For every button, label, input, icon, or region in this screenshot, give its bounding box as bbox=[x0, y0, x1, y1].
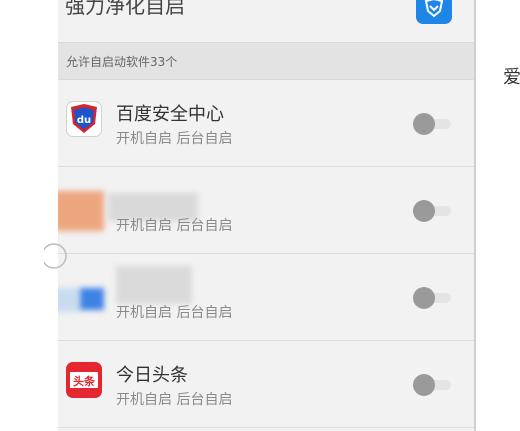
app-autostart-status: 开机自启 后台自启 bbox=[116, 218, 233, 234]
autostart-toggle[interactable] bbox=[413, 374, 453, 396]
svg-text:du: du bbox=[77, 115, 91, 126]
right-edge-text: 爱 bbox=[503, 67, 520, 87]
autostart-toggle[interactable] bbox=[413, 200, 453, 222]
svg-text:头条: 头条 bbox=[73, 374, 96, 388]
autostart-panel: 强力净化自启 允许自启动软件33个 du 百度安全中心 开机自启 后台自启 开机… bbox=[58, 0, 474, 431]
blurred-app-name bbox=[116, 266, 192, 304]
page-title: 强力净化自启 bbox=[65, 0, 185, 18]
toutiao-icon: 头条 bbox=[66, 362, 102, 398]
baidu-security-icon: du bbox=[66, 101, 102, 137]
app-autostart-status: 开机自启 后台自启 bbox=[116, 392, 233, 408]
allowed-section-header: 允许自启动软件33个 bbox=[58, 42, 474, 80]
app-row-baidu[interactable]: du 百度安全中心 开机自启 后台自启 bbox=[58, 80, 474, 167]
side-handle-icon[interactable] bbox=[44, 236, 72, 276]
blurred-app-icon bbox=[80, 288, 104, 310]
app-row-toutiao[interactable]: 头条 今日头条 开机自启 后台自启 bbox=[58, 341, 474, 428]
autostart-toggle[interactable] bbox=[413, 287, 453, 309]
header-row: 强力净化自启 bbox=[58, 0, 474, 42]
toggle-knob bbox=[413, 113, 435, 135]
blurred-app-icon bbox=[58, 191, 104, 231]
toggle-knob bbox=[413, 374, 435, 396]
app-row-blurred-2[interactable]: 开机自启 后台自启 bbox=[58, 254, 474, 341]
app-autostart-status: 开机自启 后台自启 bbox=[116, 131, 233, 147]
app-name: 今日头条 bbox=[116, 365, 188, 386]
clean-shield-icon[interactable] bbox=[416, 0, 452, 24]
autostart-toggle[interactable] bbox=[413, 113, 453, 135]
toggle-knob bbox=[413, 287, 435, 309]
blurred-app-icon-left bbox=[58, 288, 80, 312]
section-label: 允许自启动软件33个 bbox=[66, 55, 178, 69]
toggle-knob bbox=[413, 200, 435, 222]
app-autostart-status: 开机自启 后台自启 bbox=[116, 305, 233, 321]
right-edge-divider bbox=[474, 0, 476, 431]
app-name: 百度安全中心 bbox=[116, 104, 224, 125]
app-row-blurred-1[interactable]: 开机自启 后台自启 bbox=[58, 167, 474, 254]
